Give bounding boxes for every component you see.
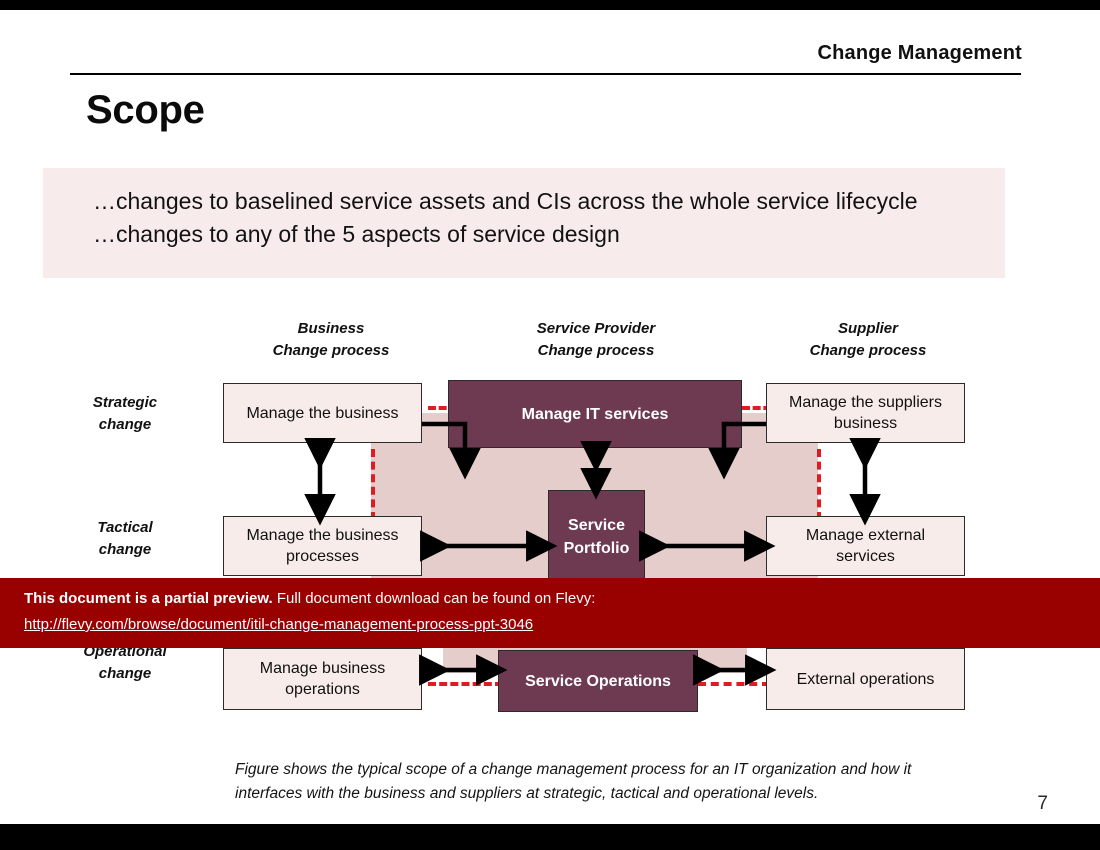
figure-caption: Figure shows the typical scope of a chan…	[235, 758, 935, 806]
scope-diagram: Business Change process Service Provider…	[0, 0, 1100, 850]
node-manage-it-services-label: Manage IT services	[521, 405, 669, 423]
preview-banner-strong: This document is a partial preview.	[24, 590, 273, 607]
node-service-operations-label: Service Operations	[525, 672, 671, 690]
node-service-portfolio-line1: Service	[568, 517, 625, 534]
column-header-business: Business Change process	[248, 318, 414, 362]
figure-caption-line2: interfaces with the business and supplie…	[235, 785, 819, 802]
node-external-operations-label: External operations	[796, 670, 935, 688]
node-manage-the-business[interactable]: Manage the business	[223, 383, 422, 443]
preview-banner-link[interactable]: http://flevy.com/browse/document/itil-ch…	[24, 616, 533, 633]
node-manage-business-operations-line1: Manage business	[259, 660, 386, 677]
node-manage-the-suppliers-business-line1: Manage the suppliers	[789, 394, 942, 411]
row-label-strategic-line2: change	[98, 416, 152, 433]
node-manage-the-business-processes[interactable]: Manage the business processes	[223, 516, 422, 576]
node-manage-the-suppliers-business[interactable]: Manage the suppliers business	[766, 383, 965, 443]
preview-banner: This document is a partial preview. Full…	[0, 578, 1100, 648]
node-manage-the-business-processes-line1: Manage the business	[246, 527, 399, 544]
node-manage-external-services-line2: services	[836, 548, 895, 565]
boundary-dash-left-upper	[371, 449, 375, 520]
boundary-dash-bottom-right	[698, 682, 770, 686]
row-label-tactical-line1: Tactical	[97, 519, 153, 536]
boundary-dash-bottom-left	[428, 682, 503, 686]
node-manage-the-business-label: Manage the business	[246, 404, 399, 422]
node-manage-the-business-processes-line2: processes	[286, 548, 359, 565]
column-header-business-line1: Business	[297, 320, 365, 337]
node-manage-external-services[interactable]: Manage external services	[766, 516, 965, 576]
column-header-business-line2: Change process	[272, 342, 390, 359]
node-manage-business-operations-line2: operations	[285, 681, 360, 698]
row-label-tactical: Tactical change	[55, 517, 195, 561]
node-external-operations[interactable]: External operations	[766, 648, 965, 710]
node-manage-it-services[interactable]: Manage IT services	[448, 380, 742, 448]
preview-banner-rest: Full document download can be found on F…	[276, 590, 596, 607]
figure-caption-line1: Figure shows the typical scope of a chan…	[235, 761, 912, 778]
node-service-portfolio-line2: Portfolio	[563, 540, 630, 557]
row-label-operational-line2: change	[98, 665, 152, 682]
slide: Change Management Scope …changes to base…	[0, 0, 1100, 850]
column-header-supplier: Supplier Change process	[785, 318, 951, 362]
node-manage-the-suppliers-business-line2: business	[833, 415, 898, 432]
row-label-strategic: Strategic change	[55, 392, 195, 436]
node-manage-business-operations[interactable]: Manage business operations	[223, 648, 422, 710]
bottom-black-bar	[0, 824, 1100, 850]
node-service-portfolio[interactable]: Service Portfolio	[548, 490, 645, 584]
column-header-supplier-line2: Change process	[809, 342, 927, 359]
column-header-supplier-line1: Supplier	[837, 320, 898, 337]
column-header-service-provider-line1: Service Provider	[536, 320, 656, 337]
node-service-operations[interactable]: Service Operations	[498, 650, 698, 712]
boundary-dash-right-upper	[817, 449, 821, 520]
node-manage-external-services-line1: Manage external	[805, 527, 926, 544]
column-header-service-provider: Service Provider Change process	[513, 318, 679, 362]
row-label-strategic-line1: Strategic	[92, 394, 158, 411]
page-number: 7	[1037, 793, 1048, 814]
column-header-service-provider-line2: Change process	[537, 342, 655, 359]
row-label-tactical-line2: change	[98, 541, 152, 558]
preview-banner-text: This document is a partial preview. Full…	[24, 590, 595, 607]
